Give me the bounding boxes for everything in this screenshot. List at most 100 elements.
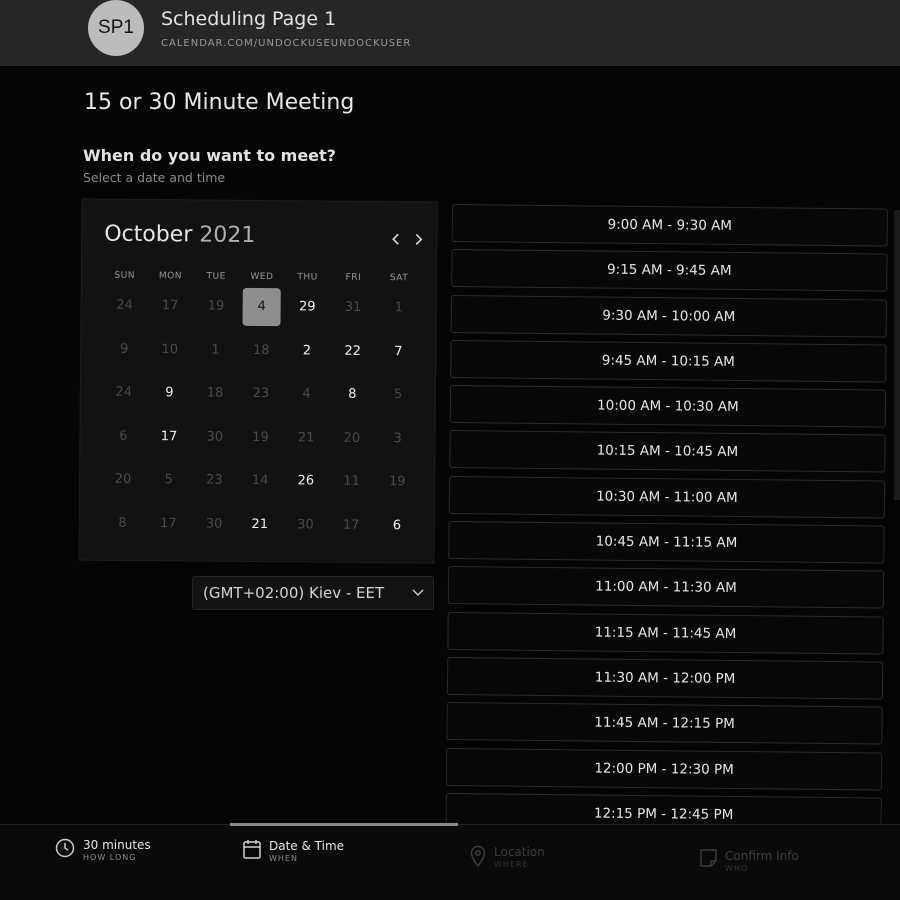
calendar-day-available[interactable]: 7	[375, 330, 421, 374]
calendar-week: 24 17 19 4 29 31 1	[101, 284, 421, 330]
calendar-day-unavailable: 23	[238, 372, 284, 416]
page-name: Scheduling Page 1	[161, 8, 337, 30]
calendar-day-unavailable: 6	[100, 414, 146, 458]
time-slot-button[interactable]: 11:30 AM - 12:00 PM	[446, 656, 884, 700]
calendar-day-unavailable: 30	[191, 502, 237, 546]
calendar-day-number: 17	[160, 428, 178, 445]
calendar-day-available[interactable]: 21	[237, 502, 283, 546]
time-slot-button[interactable]: 11:00 AM - 11:30 AM	[447, 566, 885, 609]
calendar-day-number: 30	[205, 516, 223, 532]
calendar-day-unavailable: 10	[147, 328, 193, 372]
calendar-day-number: 4	[242, 287, 281, 326]
calendar-day-unavailable: 30	[282, 503, 328, 547]
calendar-day-unavailable: 18	[238, 328, 284, 372]
calendar-day-available[interactable]: 2	[284, 329, 330, 373]
calendar-week: 9 10 1 18 2 22 7	[101, 327, 421, 373]
step-progress-indicator	[230, 823, 458, 826]
calendar-day-number: 6	[392, 517, 402, 534]
chevron-right-icon	[415, 233, 423, 245]
calendar-day-number: 19	[388, 474, 406, 490]
time-slot-button[interactable]: 12:00 PM - 12:30 PM	[445, 747, 883, 791]
calendar-day-number: 1	[211, 342, 220, 358]
calendar-day-number: 31	[344, 300, 362, 316]
calendar-day-available[interactable]: 29	[284, 285, 330, 329]
time-slot-button[interactable]: 9:30 AM - 10:00 AM	[450, 294, 888, 338]
calendar-day-available[interactable]: 17	[146, 415, 192, 459]
step-confirm-info[interactable]: Confirm Info WHO	[700, 849, 799, 875]
calendar-day-unavailable: 23	[191, 458, 237, 502]
time-slot-button[interactable]: 9:00 AM - 9:30 AM	[451, 204, 888, 247]
calendar-day-number: 10	[161, 341, 179, 358]
page-url[interactable]: CALENDAR.COM/UNDOCKUSEUNDOCKUSER	[161, 38, 411, 49]
calendar-day-number: 17	[161, 298, 179, 314]
note-icon	[700, 849, 717, 867]
calendar-day-number: 29	[299, 299, 316, 315]
calendar-day-unavailable: 17	[145, 502, 191, 546]
calendar-day-unavailable: 17	[328, 503, 374, 547]
time-slot-button[interactable]: 10:30 AM - 11:00 AM	[448, 475, 886, 519]
time-slot-button[interactable]: 11:15 AM - 11:45 AM	[447, 611, 884, 655]
step-location-label: Location	[494, 845, 545, 859]
step-duration-caption: HOW LONG	[83, 853, 137, 862]
weekday-label: WED	[250, 271, 274, 283]
weekday-label: SUN	[114, 270, 136, 281]
time-slot-button[interactable]: 11:45 AM - 12:15 PM	[446, 702, 883, 745]
calendar-day-selected[interactable]: 4	[239, 285, 285, 329]
step-confirm-info-caption: WHO	[725, 864, 749, 873]
calendar-day-unavailable: 19	[193, 284, 239, 328]
weekday-label: TUE	[206, 271, 226, 282]
calendar-day-available[interactable]: 6	[374, 504, 420, 548]
chevron-left-icon	[392, 233, 399, 245]
calendar-day-number: 6	[119, 428, 128, 444]
calendar-week: 24 9 18 23 4 8 5	[101, 371, 421, 417]
step-date-time[interactable]: Date & Time WHEN	[243, 839, 344, 865]
calendar-day-unavailable: 19	[374, 460, 420, 504]
calendar-day-unavailable: 1	[376, 286, 422, 330]
calendar-day-number: 23	[252, 386, 270, 402]
calendar-day-number: 30	[206, 429, 224, 445]
previous-month-button[interactable]	[388, 230, 404, 248]
calendar-day-available[interactable]: 22	[330, 329, 376, 373]
date-picker: October 2021 SUN MON TUE WED THU FRI SAT…	[78, 198, 438, 564]
calendar-day-number: 19	[207, 298, 225, 314]
calendar-icon	[243, 840, 261, 859]
calendar-day-number: 30	[297, 517, 314, 533]
calendar-week: 6 17 30 19 21 20 3	[100, 414, 420, 460]
calendar-day-available[interactable]: 8	[329, 373, 375, 417]
calendar-day-number: 18	[206, 385, 224, 401]
calendar-day-number: 24	[116, 298, 133, 314]
calendar-day-available[interactable]: 26	[283, 459, 329, 503]
step-date-time-label: Date & Time	[269, 839, 345, 853]
calendar-day-number: 5	[393, 387, 403, 403]
time-slot-button[interactable]: 10:45 AM - 11:15 AM	[448, 521, 885, 564]
calendar-day-unavailable: 4	[284, 372, 330, 416]
calendar-day-number: 21	[297, 430, 315, 446]
calendar-day-number: 21	[251, 516, 269, 532]
timezone-value: (GMT+02:00) Kiev - EET	[203, 584, 385, 602]
step-location[interactable]: Location WHERE	[470, 845, 545, 871]
calendar-day-number: 14	[251, 473, 269, 489]
weekday-label: SAT	[389, 273, 409, 284]
weekday-label: FRI	[345, 272, 362, 283]
step-duration[interactable]: 30 minutes HOW LONG	[55, 838, 151, 864]
timezone-select[interactable]: (GMT+02:00) Kiev - EET	[192, 576, 434, 610]
time-slot-button[interactable]: 9:15 AM - 9:45 AM	[451, 249, 888, 292]
time-slot-button[interactable]: 10:15 AM - 10:45 AM	[449, 430, 886, 474]
time-slot-button[interactable]: 9:45 AM - 10:15 AM	[450, 339, 887, 383]
calendar-day-available[interactable]: 9	[146, 371, 192, 415]
next-month-button[interactable]	[410, 230, 426, 248]
calendar-day-number: 11	[343, 473, 360, 490]
weekday-label: MON	[158, 271, 183, 282]
calendar-day-unavailable: 24	[101, 284, 147, 328]
location-pin-icon	[470, 845, 486, 867]
calendar-day-number: 4	[302, 386, 311, 402]
step-date-time-caption: WHEN	[269, 854, 298, 863]
time-slot-button[interactable]: 10:00 AM - 10:30 AM	[449, 385, 887, 428]
scrollbar[interactable]	[894, 210, 900, 500]
calendar-day-unavailable: 11	[328, 460, 374, 504]
calendar-week: 8 17 30 21 30 17 6	[100, 501, 420, 547]
calendar-day-number: 22	[344, 343, 362, 359]
avatar: SP1	[88, 0, 144, 56]
calendar-day-unavailable: 18	[192, 371, 238, 415]
calendar-day-unavailable: 5	[375, 373, 421, 417]
